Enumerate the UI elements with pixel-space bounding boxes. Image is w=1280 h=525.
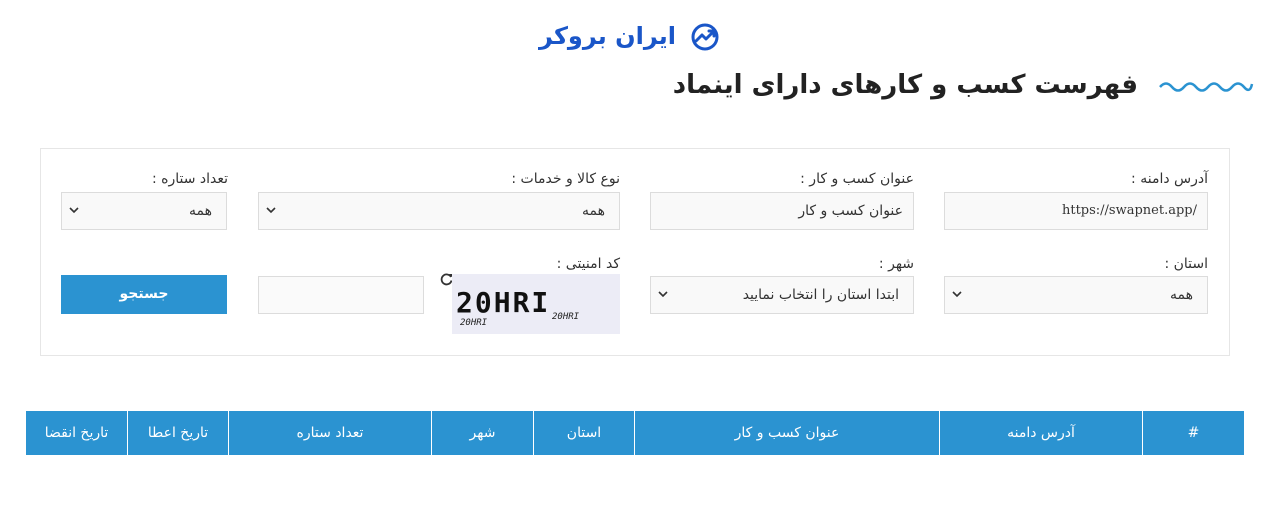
brand-logo-text: ایران بروکر <box>539 22 676 50</box>
business-title-placeholder: عنوان کسب و کار <box>798 203 903 219</box>
search-button[interactable]: جستجو <box>61 275 227 314</box>
captcha-image: 20HRI 20HRI 20HRI <box>452 274 620 334</box>
column-header-business-title[interactable]: عنوان کسب و کار <box>634 411 939 455</box>
province-select[interactable]: همه <box>944 276 1208 314</box>
column-header-city[interactable]: شهر <box>431 411 533 455</box>
column-header-issue-date[interactable]: تاریخ اعطا <box>127 411 228 455</box>
column-header-province[interactable]: استان <box>533 411 634 455</box>
page-title: فهرست کسب و کارهای دارای اینماد <box>672 70 1138 100</box>
domain-label: آدرس دامنه : <box>1131 171 1208 187</box>
stars-selected: همه <box>189 203 212 219</box>
city-selected: ابتدا استان را انتخاب نمایید <box>742 287 899 303</box>
captcha-label: کد امنیتی : <box>556 256 620 272</box>
domain-input-value: https://swapnet.app/ <box>1061 203 1197 218</box>
city-label: شهر : <box>878 256 914 272</box>
captcha-noise: 20HRI <box>460 318 488 328</box>
business-title-input[interactable]: عنوان کسب و کار <box>650 192 914 230</box>
column-header-index[interactable]: # <box>1142 411 1244 455</box>
column-header-domain[interactable]: آدرس دامنه <box>939 411 1142 455</box>
city-select[interactable]: ابتدا استان را انتخاب نمایید <box>650 276 914 314</box>
chevron-down-icon <box>266 207 276 214</box>
domain-input[interactable]: https://swapnet.app/ <box>944 192 1208 230</box>
province-label: استان : <box>1164 256 1208 272</box>
brand-logo[interactable]: ایران بروکر <box>539 20 720 54</box>
province-selected: همه <box>1170 287 1193 303</box>
chevron-down-icon <box>69 207 79 214</box>
chevron-down-icon <box>952 291 962 298</box>
stars-label: تعداد ستاره : <box>151 171 228 187</box>
captcha-noise: 20HRI <box>552 312 580 322</box>
goods-type-select[interactable]: همه <box>258 192 620 230</box>
wave-decoration-icon <box>1159 82 1254 92</box>
column-header-expiry-date[interactable]: تاریخ انقضا <box>26 411 127 455</box>
chart-growth-icon <box>691 23 719 51</box>
goods-type-selected: همه <box>582 203 605 219</box>
captcha-text: 20HRI <box>456 286 551 319</box>
chevron-down-icon <box>658 291 668 298</box>
results-table-header: # آدرس دامنه عنوان کسب و کار استان شهر ت… <box>26 411 1244 455</box>
captcha-input[interactable] <box>258 276 424 314</box>
business-title-label: عنوان کسب و کار : <box>800 171 914 187</box>
stars-select[interactable]: همه <box>61 192 227 230</box>
goods-type-label: نوع کالا و خدمات : <box>511 171 620 187</box>
column-header-stars[interactable]: تعداد ستاره <box>228 411 431 455</box>
